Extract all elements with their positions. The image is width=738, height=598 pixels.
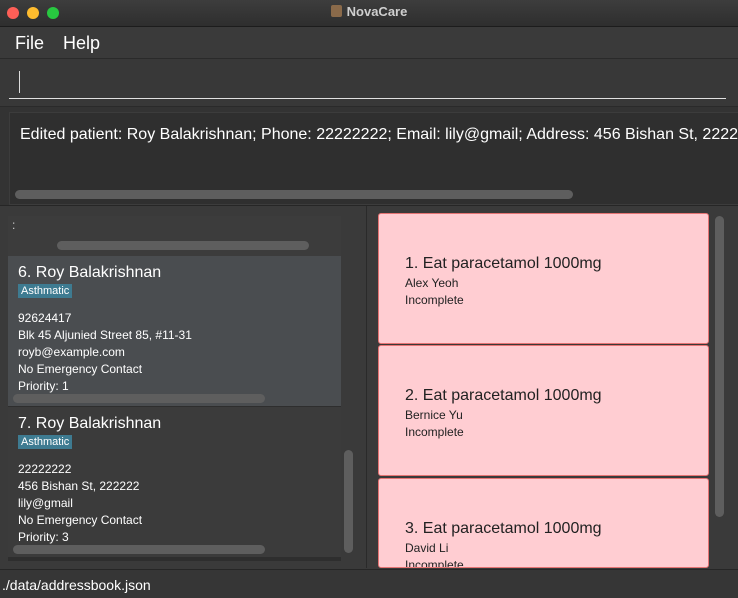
task-status: Incomplete [405,558,464,568]
patient-emergency-contact: No Emergency Contact [18,362,143,376]
task-status: Incomplete [405,425,464,439]
card-horizontal-scrollbar[interactable] [13,545,265,554]
patient-tag: Asthmatic [18,284,73,298]
app-icon [330,5,342,17]
patient-card[interactable]: 6. Roy Balakrishnan Asthmatic 92624417 B… [8,256,341,406]
task-list-vertical-scrollbar[interactable] [715,216,724,517]
window-title-text: NovaCare [346,4,408,19]
command-box [0,59,738,107]
result-display-panel: Edited patient: Roy Balakrishnan; Phone:… [0,107,738,206]
task-patient: Bernice Yu [405,408,463,422]
patient-priority: Priority: 1 [18,379,69,393]
menu-file[interactable]: File [15,33,44,54]
patient-phone: 92624417 [18,311,72,325]
window-title: NovaCare [0,4,738,19]
list-item-partial[interactable]: : [8,216,341,256]
task-status: Incomplete [405,293,464,307]
command-input[interactable] [9,67,726,99]
menu-help[interactable]: Help [63,33,100,54]
menu-bar: File Help [0,27,738,59]
task-title: 1. Eat paracetamol 1000mg [405,255,602,272]
card-horizontal-scrollbar[interactable] [13,394,265,403]
data-file-path: ./data/addressbook.json [2,577,151,593]
patient-list-panel: : 6. Roy Balakrishnan Asthmatic 92624417… [0,206,367,568]
result-horizontal-scrollbar[interactable] [15,190,573,199]
patient-emergency-contact: No Emergency Contact [18,513,143,527]
result-text: Edited patient: Roy Balakrishnan; Phone:… [20,126,738,143]
card-horizontal-scrollbar[interactable] [57,241,309,250]
task-patient: David Li [405,541,449,555]
task-card[interactable]: 3. Eat paracetamol 1000mg David Li Incom… [378,478,709,568]
patient-list: : 6. Roy Balakrishnan Asthmatic 92624417… [8,216,341,561]
patient-priority: Priority: 3 [18,530,69,544]
patient-name: 7. Roy Balakrishnan [18,415,162,432]
result-display: Edited patient: Roy Balakrishnan; Phone:… [9,112,738,205]
patient-email: royb@example.com [18,345,125,359]
patient-address: Blk 45 Aljunied Street 85, #11-31 [18,328,192,342]
patient-phone: 22222222 [18,462,72,476]
patient-tag: Asthmatic [18,435,73,449]
patient-address: 456 Bishan St, 222222 [18,479,140,493]
patient-list-vertical-scrollbar[interactable] [344,450,353,553]
text-caret [19,71,20,93]
patient-name: 6. Roy Balakrishnan [18,264,162,281]
task-patient: Alex Yeoh [405,276,459,290]
task-card[interactable]: 2. Eat paracetamol 1000mg Bernice Yu Inc… [378,345,709,476]
task-title: 2. Eat paracetamol 1000mg [405,387,602,404]
title-bar: NovaCare [0,0,738,27]
task-title: 3. Eat paracetamol 1000mg [405,520,602,537]
task-card[interactable]: 1. Eat paracetamol 1000mg Alex Yeoh Inco… [378,213,709,344]
truncated-marker: : [12,218,16,232]
task-list-panel: 1. Eat paracetamol 1000mg Alex Yeoh Inco… [367,206,738,568]
status-bar: ./data/addressbook.json [0,569,738,598]
patient-card[interactable]: 7. Roy Balakrishnan Asthmatic 22222222 4… [8,407,341,557]
patient-email: lily@gmail [18,496,73,510]
